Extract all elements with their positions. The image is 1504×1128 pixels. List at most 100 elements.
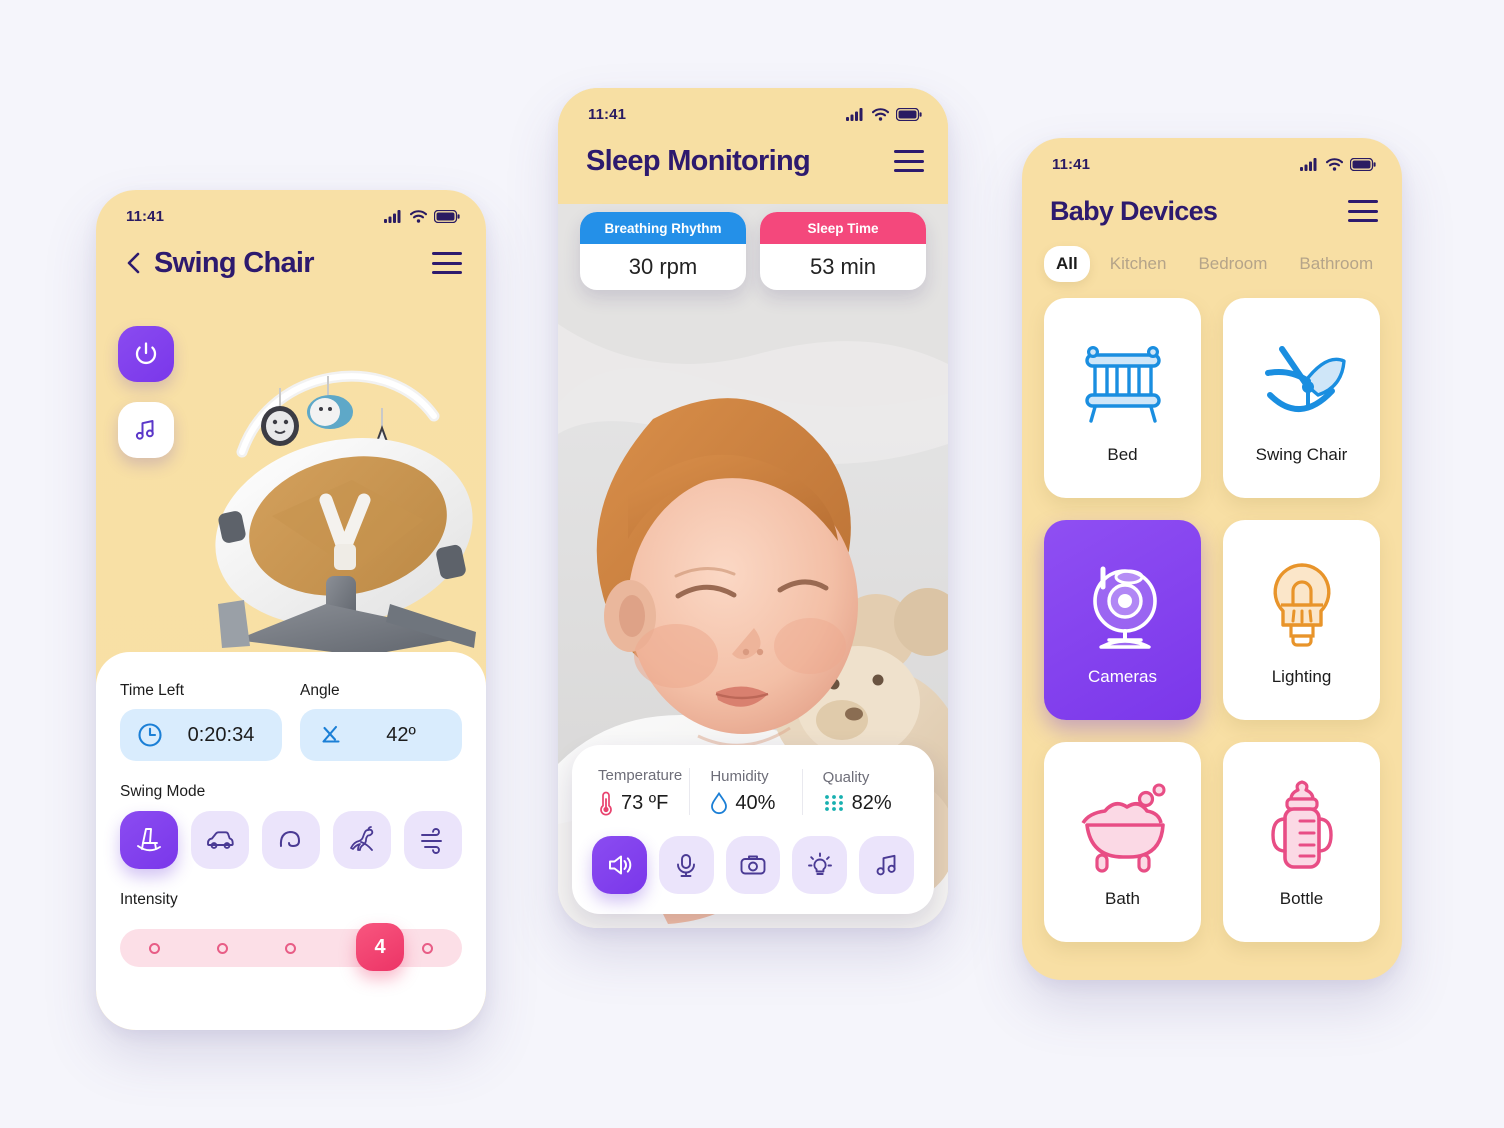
angle-field: Angle 42º bbox=[300, 682, 462, 761]
air-quality-dots-icon bbox=[824, 795, 843, 811]
swing-mode-kangaroo[interactable] bbox=[333, 811, 391, 869]
page-title: Swing Chair bbox=[154, 246, 315, 279]
temperature-metric: Temperature 73 ºF bbox=[592, 767, 689, 816]
intensity-knob[interactable]: 4 bbox=[356, 923, 404, 971]
sleep-header: Sleep Monitoring bbox=[558, 130, 948, 192]
sleep-action-buttons bbox=[592, 836, 914, 894]
swing-mode-wave[interactable] bbox=[262, 811, 320, 869]
room-filter-tabs: All Kitchen Bedroom Bathroom bbox=[1022, 242, 1402, 282]
thermometer-icon bbox=[600, 791, 612, 816]
lightbulb-icon bbox=[807, 852, 832, 875]
time-left-pill[interactable]: 0:20:34 bbox=[120, 709, 282, 761]
device-label: Cameras bbox=[1088, 667, 1157, 686]
music-button[interactable] bbox=[118, 402, 174, 458]
wifi-icon bbox=[872, 107, 889, 121]
breathing-rhythm-value: 30 rpm bbox=[628, 254, 698, 279]
wind-icon bbox=[421, 828, 442, 854]
intensity-slider[interactable]: 4 bbox=[120, 923, 462, 971]
device-card-bottle[interactable]: Bottle bbox=[1223, 742, 1380, 942]
status-time: 11:41 bbox=[588, 105, 627, 123]
swing-controls-sheet: Time Left 0:20:34 Angle 42º Swing Mode I… bbox=[96, 652, 486, 1030]
power-icon bbox=[135, 342, 157, 364]
device-label: Bed bbox=[1107, 445, 1138, 464]
status-time: 11:41 bbox=[126, 207, 165, 225]
device-card-cameras[interactable]: Cameras bbox=[1044, 520, 1201, 720]
tab-all[interactable]: All bbox=[1044, 246, 1090, 282]
cellular-icon bbox=[384, 210, 401, 223]
device-card-lighting[interactable]: Lighting bbox=[1223, 520, 1380, 720]
chevron-left-icon[interactable] bbox=[124, 251, 144, 275]
status-bar: 11:41 bbox=[558, 88, 948, 130]
hamburger-icon[interactable] bbox=[432, 252, 462, 274]
kangaroo-icon bbox=[350, 826, 374, 851]
bathtub-icon bbox=[1071, 775, 1175, 879]
camera-button[interactable] bbox=[725, 836, 781, 894]
device-card-bath[interactable]: Bath bbox=[1044, 742, 1201, 942]
page-title: Baby Devices bbox=[1050, 195, 1218, 226]
intensity-tick bbox=[148, 942, 160, 954]
intensity-tick bbox=[422, 942, 434, 954]
breathing-rhythm-chip[interactable]: Breathing Rhythm 30 rpm bbox=[580, 212, 746, 290]
baby-bottle-icon bbox=[1250, 775, 1354, 879]
status-bar: 11:41 bbox=[1022, 138, 1402, 180]
swing-mode-rocking-chair[interactable] bbox=[120, 811, 178, 869]
water-drop-icon bbox=[711, 791, 728, 815]
battery-icon bbox=[434, 209, 460, 223]
humidity-label: Humidity bbox=[710, 768, 769, 785]
device-label: Bath bbox=[1105, 889, 1140, 908]
battery-icon bbox=[1350, 157, 1376, 171]
power-button[interactable] bbox=[118, 326, 174, 382]
intensity-tick bbox=[217, 942, 229, 954]
device-label: Swing Chair bbox=[1255, 445, 1348, 464]
music-button[interactable] bbox=[859, 836, 914, 894]
music-note-icon bbox=[135, 420, 154, 440]
crib-icon bbox=[1071, 331, 1175, 435]
light-button[interactable] bbox=[792, 836, 848, 894]
intensity-tick bbox=[285, 942, 297, 954]
microphone-icon bbox=[677, 854, 696, 877]
quality-metric: Quality 82% bbox=[801, 768, 914, 815]
swing-mode-options bbox=[120, 811, 462, 869]
microphone-button[interactable] bbox=[658, 836, 714, 894]
angle-value: 42º bbox=[386, 723, 416, 746]
field-row: Time Left 0:20:34 Angle 42º bbox=[120, 682, 462, 761]
camera-icon bbox=[740, 855, 766, 875]
device-card-swing-chair[interactable]: Swing Chair bbox=[1223, 298, 1380, 498]
speaker-button[interactable] bbox=[592, 836, 647, 894]
breathing-rhythm-title: Breathing Rhythm bbox=[580, 212, 746, 244]
sleep-time-title: Sleep Time bbox=[760, 212, 926, 244]
tab-bathroom[interactable]: Bathroom bbox=[1287, 246, 1385, 282]
cellular-icon bbox=[846, 108, 863, 121]
rocking-chair-icon bbox=[137, 828, 161, 852]
environment-metrics: Temperature 73 ºF Humidity 40% Quality 8… bbox=[592, 767, 914, 816]
time-left-value: 0:20:34 bbox=[187, 723, 255, 746]
status-icons bbox=[384, 209, 460, 223]
swing-mode-car[interactable] bbox=[191, 811, 249, 869]
swing-mode-breeze[interactable] bbox=[404, 811, 462, 869]
temperature-value: 73 ºF bbox=[621, 791, 669, 814]
side-buttons bbox=[118, 326, 174, 458]
swing-chair-product-image bbox=[215, 370, 476, 656]
time-left-field: Time Left 0:20:34 bbox=[120, 682, 282, 761]
cellular-icon bbox=[1300, 158, 1317, 171]
tab-kitchen[interactable]: Kitchen bbox=[1098, 246, 1179, 282]
tab-bedroom[interactable]: Bedroom bbox=[1186, 246, 1279, 282]
swing-hero bbox=[96, 294, 486, 694]
sleep-time-chip[interactable]: Sleep Time 53 min bbox=[760, 212, 926, 290]
intensity-label: Intensity bbox=[120, 891, 178, 908]
hamburger-icon[interactable] bbox=[1348, 200, 1378, 222]
device-label: Bottle bbox=[1279, 889, 1324, 908]
humidity-row: 40% bbox=[710, 791, 801, 815]
sleep-header-band: 11:41 Sleep Monitoring bbox=[558, 88, 948, 204]
wave-icon bbox=[279, 830, 301, 848]
angle-label: Angle bbox=[300, 682, 340, 699]
device-label: Lighting bbox=[1271, 667, 1332, 686]
status-icons bbox=[846, 107, 922, 121]
humidity-value: 40% bbox=[735, 791, 776, 814]
phone-sleep-monitoring: 11:41 Sleep Monitoring Breathing Rhythm … bbox=[558, 88, 948, 928]
devices-header: Baby Devices bbox=[1022, 180, 1402, 242]
hamburger-icon[interactable] bbox=[894, 150, 924, 172]
swing-mode-label: Swing Mode bbox=[120, 783, 206, 800]
angle-pill[interactable]: 42º bbox=[300, 709, 462, 761]
device-card-bed[interactable]: Bed bbox=[1044, 298, 1201, 498]
